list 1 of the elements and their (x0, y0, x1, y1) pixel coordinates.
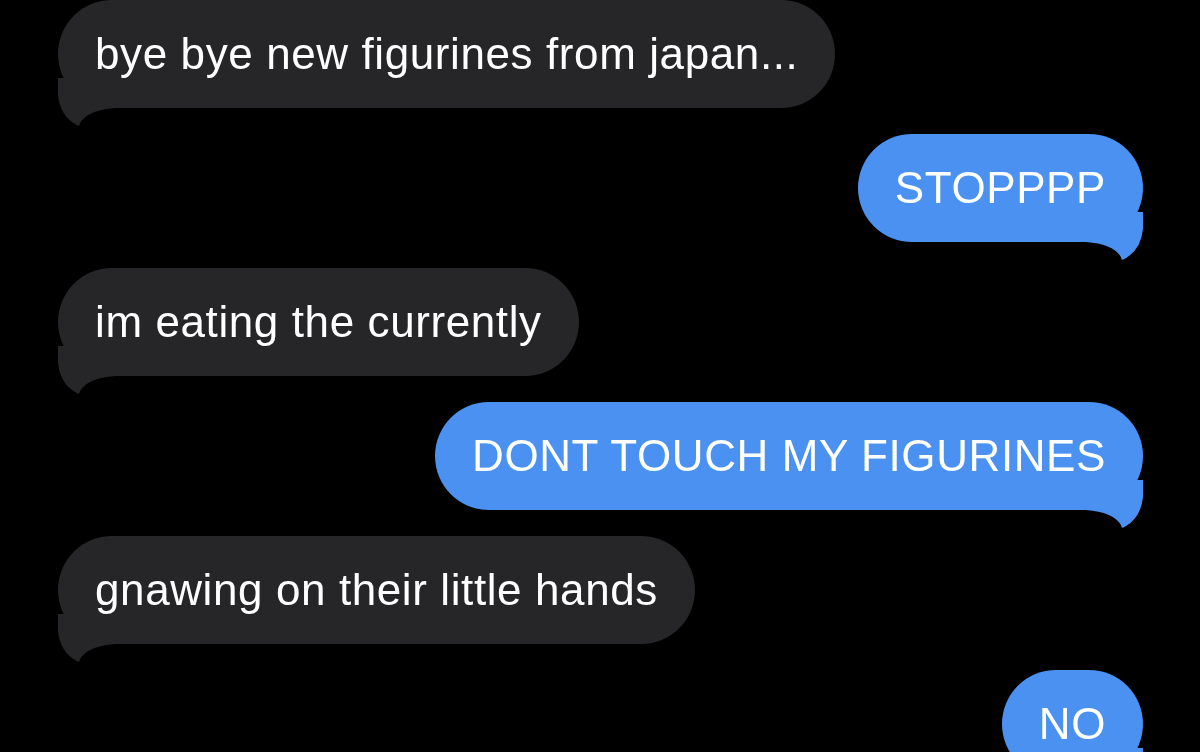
message-bubble: NO (1001, 670, 1143, 752)
